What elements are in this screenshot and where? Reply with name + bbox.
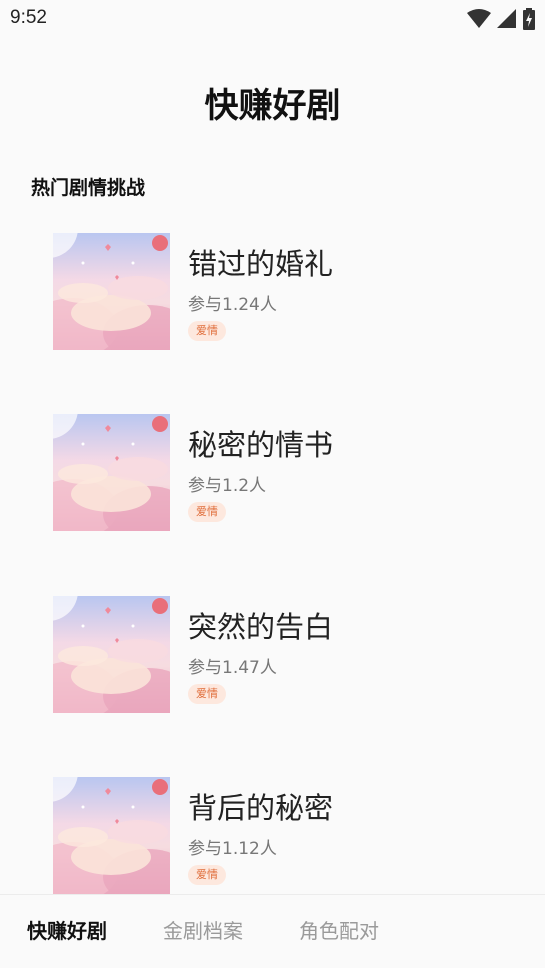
drama-participants: 参与1.2人 [188, 476, 267, 496]
bottom-nav: 快赚好剧 金剧档案 角色配对 [0, 894, 545, 968]
drama-cover-image [53, 414, 170, 531]
drama-card[interactable]: 背后的秘密 参与1.12人 爱情 [53, 777, 513, 895]
page-title: 快赚好剧 [204, 86, 341, 126]
drama-participants: 参与1.12人 [188, 839, 277, 859]
status-time: 9:52 [10, 7, 47, 28]
drama-title: 突然的告白 [188, 610, 334, 644]
drama-participants: 参与1.47人 [188, 658, 277, 678]
tab-juese-peidui[interactable]: 角色配对 [299, 915, 379, 944]
tab-jinju-dangan[interactable]: 金剧档案 [163, 915, 243, 944]
drama-tag: 爱情 [188, 502, 226, 522]
battery-charging-icon [523, 8, 535, 34]
drama-tag: 爱情 [188, 684, 226, 704]
drama-title: 背后的秘密 [188, 791, 334, 825]
drama-tag: 爱情 [188, 321, 226, 341]
drama-card[interactable]: 错过的婚礼 参与1.24人 爱情 [53, 233, 513, 351]
drama-cover-image [53, 596, 170, 713]
signal-icon [497, 9, 517, 33]
drama-cover-image [53, 233, 170, 350]
drama-tag: 爱情 [188, 865, 226, 885]
section-title: 热门剧情挑战 [31, 177, 146, 199]
drama-cover-image [53, 777, 170, 894]
drama-card[interactable]: 秘密的情书 参与1.2人 爱情 [53, 414, 513, 532]
drama-card[interactable]: 突然的告白 参与1.47人 爱情 [53, 596, 513, 714]
tab-kuaizhuan-haoju[interactable]: 快赚好剧 [27, 915, 107, 944]
status-bar: 9:52 [0, 0, 545, 38]
drama-title: 错过的婚礼 [188, 247, 334, 281]
drama-title: 秘密的情书 [188, 428, 334, 462]
status-icons [467, 8, 535, 34]
wifi-icon [467, 9, 491, 33]
app-screen: 9:52 快赚好剧 热门剧情挑战 错过的婚礼 参与1.24人 爱情 秘密的情书 … [0, 0, 545, 968]
drama-participants: 参与1.24人 [188, 295, 277, 315]
